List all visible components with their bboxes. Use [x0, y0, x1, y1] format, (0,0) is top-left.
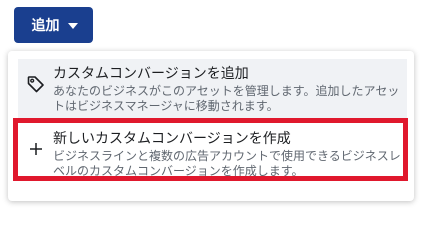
add-dropdown-menu: カスタムコンバージョンを追加 あなたのビジネスがこのアセットを管理します。追加し… [8, 51, 414, 201]
menu-item-title: 新しいカスタムコンバージョンを作成 [53, 131, 291, 147]
menu-item-create-custom-conversion[interactable]: 新しいカスタムコンバージョンを作成 ビジネスラインと複数の広告アカウントで使用で… [18, 124, 407, 184]
menu-item-description: あなたのビジネスがこのアセットを管理します。追加したアセットはビジネスマネージャ… [53, 84, 400, 113]
add-button[interactable]: 追加 [14, 7, 93, 43]
menu-item-description: ビジネスラインと複数の広告アカウントで使用できるビジネスレベルのカスタムコンバー… [53, 149, 401, 178]
plus-icon [25, 138, 47, 160]
menu-item-add-custom-conversion[interactable]: カスタムコンバージョンを追加 あなたのビジネスがこのアセットを管理します。追加し… [18, 59, 407, 119]
menu-item-title: カスタムコンバージョンを追加 [53, 66, 249, 82]
caret-down-icon [67, 23, 78, 29]
add-button-label: 追加 [31, 18, 60, 34]
tag-icon [25, 73, 47, 95]
